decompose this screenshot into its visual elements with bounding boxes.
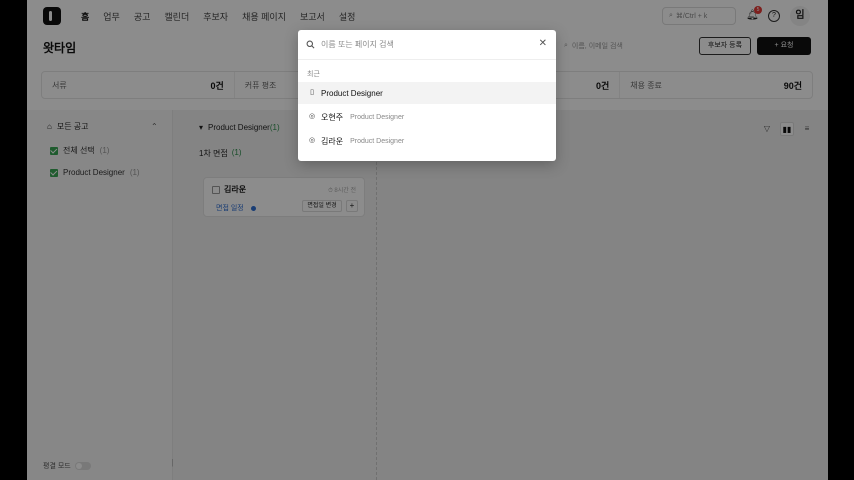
close-icon[interactable]: ✕ <box>539 39 547 49</box>
person-icon: ◎ <box>308 113 316 120</box>
result-title: Product Designer <box>321 88 383 98</box>
page-icon: ▯ <box>310 89 314 96</box>
result-subtitle: Product Designer <box>350 113 405 121</box>
palette-result[interactable]: ▯ Product Designer <box>298 82 556 104</box>
recent-section-label: 최근 <box>307 71 320 78</box>
result-title: 오현주 <box>321 112 344 122</box>
app-frame: 홈 업무 공고 캘린더 후보자 채용 페이지 보고서 설정 ⌕ ⌘/Ctrl +… <box>27 0 828 480</box>
result-subtitle: Product Designer <box>350 137 405 145</box>
palette-result[interactable]: ◎ 오현주 Product Designer <box>298 106 556 128</box>
palette-result[interactable]: ◎ 김라운 Product Designer <box>298 130 556 152</box>
result-title: 김라운 <box>321 136 344 146</box>
search-icon <box>306 40 315 49</box>
palette-search-input[interactable] <box>321 40 531 49</box>
palette-search-bar <box>298 30 556 60</box>
person-icon: ◎ <box>308 137 316 144</box>
command-palette: ✕ 최근 ▯ Product Designer ◎ 오현주 Product De… <box>298 30 556 161</box>
